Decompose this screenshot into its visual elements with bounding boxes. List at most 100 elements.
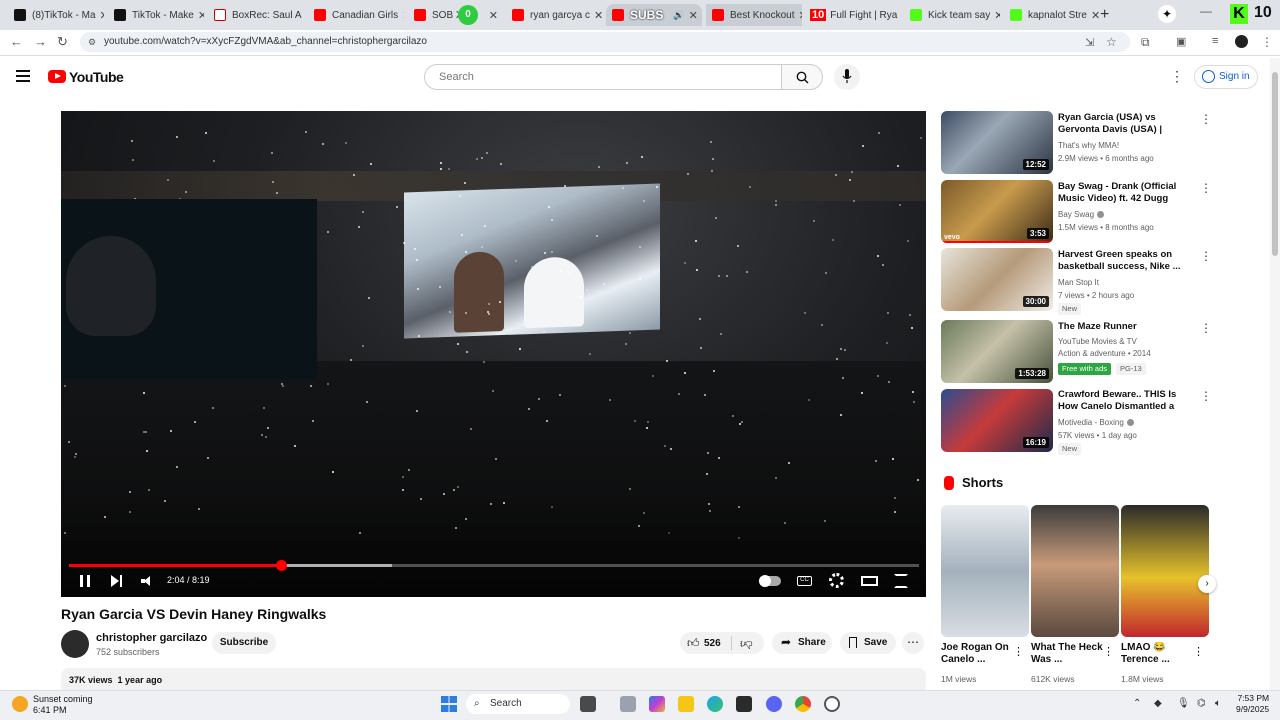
weather-sunset-icon[interactable] [12, 696, 28, 712]
reload-icon[interactable]: ↻ [57, 34, 68, 50]
close-tab-icon[interactable]: ✕ [990, 9, 1000, 22]
browser-tab[interactable]: Best Knockout✕ [706, 4, 802, 26]
search-button[interactable] [781, 64, 823, 90]
extensions-icon[interactable]: ⧉ [1141, 35, 1150, 50]
rec-menu-icon[interactable]: ⋮ [1200, 389, 1212, 403]
rec-thumbnail[interactable]: 12:52 [941, 111, 1053, 174]
browser-tab[interactable]: Kick team say ✕ [904, 4, 1000, 26]
youtube-wordmark[interactable]: YouTube [69, 69, 124, 85]
short-menu-icon[interactable]: ⋮ [1193, 645, 1204, 658]
forward-icon[interactable]: → [34, 34, 47, 49]
rec-menu-icon[interactable]: ⋮ [1200, 181, 1212, 195]
scrollbar-thumb[interactable] [1272, 72, 1278, 256]
hamburger-menu-icon[interactable] [16, 70, 30, 82]
rec-title[interactable]: Ryan Garcia (USA) vs Gervonta Davis (USA… [1058, 112, 1193, 136]
shorts-next-chevron-icon[interactable]: › [1198, 575, 1216, 593]
short-title[interactable]: What The Heck Was ... [1031, 642, 1103, 666]
short-menu-icon[interactable]: ⋮ [1013, 645, 1024, 658]
sign-in-button[interactable]: Sign in [1194, 65, 1258, 89]
autoplay-toggle[interactable] [759, 575, 781, 587]
short-thumbnail[interactable] [1031, 505, 1119, 637]
rec-thumbnail[interactable]: vevo 3:53 [941, 180, 1053, 243]
search-input[interactable]: Search [424, 64, 782, 90]
sparkle-icon[interactable]: ✦ [1158, 5, 1176, 23]
rec-menu-icon[interactable]: ⋮ [1200, 249, 1212, 263]
voice-search-button[interactable] [834, 64, 860, 90]
short-thumbnail[interactable] [941, 505, 1029, 637]
windows-start-icon[interactable] [441, 696, 457, 712]
site-info-icon[interactable]: ⚙ [88, 32, 96, 52]
subscribe-button[interactable]: Subscribe [212, 632, 276, 654]
rec-thumbnail[interactable]: 1:53:28 [941, 320, 1053, 383]
captions-icon[interactable]: CC [797, 576, 812, 586]
video-player[interactable]: 2:04 / 8:19 CC [61, 111, 926, 597]
rec-channel[interactable]: Man Stop It [1058, 278, 1099, 287]
microphone-tray-icon[interactable]: 🎙︎ [1177, 698, 1190, 709]
tray-chevron-icon[interactable]: ⌃ [1133, 698, 1141, 709]
rec-menu-icon[interactable]: ⋮ [1200, 321, 1212, 335]
chrome-icon[interactable] [795, 696, 811, 712]
side-panel-icon[interactable]: ▣ [1176, 35, 1186, 48]
speaker-icon[interactable]: 🔈︎ [1215, 698, 1221, 709]
fullscreen-icon[interactable] [894, 574, 908, 588]
channel-name[interactable]: christopher garcilazo [96, 632, 207, 644]
back-icon[interactable]: ← [10, 34, 23, 49]
file-explorer-icon[interactable] [678, 696, 694, 712]
tab-audio-icon[interactable]: 🔊 [673, 10, 684, 21]
more-actions-button[interactable]: ⋯ [902, 632, 924, 654]
settings-menu-icon[interactable]: ⋮ [1170, 68, 1184, 85]
weather-widget[interactable]: Sunset coming 6:41 PM [33, 694, 93, 716]
app-icon[interactable] [824, 696, 840, 712]
rec-thumbnail[interactable]: 16:19 [941, 389, 1053, 452]
browser-menu-icon[interactable]: ⋮ [1261, 35, 1273, 49]
close-tab-icon[interactable]: ✕ [301, 9, 304, 22]
minimize-icon[interactable]: — [1200, 4, 1212, 18]
rec-title[interactable]: Bay Swag - Drank (Official Music Video) … [1058, 181, 1193, 205]
browser-tab[interactable]: SUBS 🔊 ✕ [606, 4, 702, 26]
copilot-icon[interactable] [649, 696, 665, 712]
browser-tab[interactable]: (8)TikTok - Ma✕ [8, 4, 104, 26]
browser-tab[interactable]: TikTok - Make ✕ [108, 4, 204, 26]
close-tab-icon[interactable]: ✕ [590, 9, 602, 22]
close-tab-icon[interactable]: ✕ [485, 9, 498, 22]
browser-tab[interactable]: Canadian Girls✕ [308, 4, 404, 26]
short-thumbnail[interactable] [1121, 505, 1209, 637]
thumbs-down-icon[interactable]: 👍︎ [740, 636, 753, 651]
browser-tab[interactable]: BoxRec: Saul A✕ [208, 4, 304, 26]
discord-icon[interactable] [766, 696, 782, 712]
new-tab-button[interactable]: + [1100, 6, 1109, 24]
progress-scrubber[interactable] [275, 560, 287, 571]
close-tab-icon[interactable]: ✕ [96, 9, 104, 22]
browser-tab[interactable]: kapnalot Stre ✕ [1004, 4, 1100, 26]
browser-tab[interactable]: SOB X R 0 ✕ [408, 4, 504, 26]
close-tab-icon[interactable]: ✕ [794, 9, 802, 22]
short-title[interactable]: LMAO 😂 Terence ... [1121, 642, 1193, 666]
wifi-icon[interactable]: ⌬ [1197, 698, 1206, 709]
task-view-icon[interactable] [580, 696, 596, 712]
store-icon[interactable] [736, 696, 752, 712]
rec-channel[interactable]: Motivedia - Boxing [1058, 418, 1134, 427]
like-count[interactable]: 526 [704, 638, 721, 649]
system-clock[interactable]: 7:53 PM 9/9/2025 [1236, 693, 1269, 715]
close-tab-icon[interactable]: ✕ [398, 9, 404, 22]
file-app-icon[interactable] [620, 696, 636, 712]
browser-tab[interactable]: ryan garcya c ✕ [506, 4, 602, 26]
rec-channel[interactable]: Bay Swag [1058, 210, 1105, 219]
media-control-icon[interactable]: ≡ [1212, 35, 1218, 47]
gear-icon[interactable] [829, 573, 844, 588]
volume-icon[interactable] [141, 576, 153, 586]
short-menu-icon[interactable]: ⋮ [1103, 645, 1114, 658]
short-title[interactable]: Joe Rogan On Canelo ... [941, 642, 1013, 666]
profile-avatar[interactable] [1235, 35, 1248, 48]
channel-avatar[interactable] [61, 630, 89, 658]
close-tab-icon[interactable]: ✕ [1087, 9, 1100, 22]
rec-menu-icon[interactable]: ⋮ [1200, 112, 1212, 126]
taskbar-search[interactable]: ⌕ Search [466, 694, 570, 714]
close-tab-icon[interactable]: ✕ [897, 9, 900, 22]
rec-title[interactable]: Harvest Green speaks on basketball succe… [1058, 249, 1193, 273]
install-app-icon[interactable]: ⇲ [1085, 36, 1094, 49]
rec-title[interactable]: The Maze Runner [1058, 321, 1193, 333]
rec-channel[interactable]: YouTube Movies & TV [1058, 337, 1137, 346]
youtube-logo-icon[interactable] [48, 70, 66, 83]
tray-app-icon[interactable]: ◆ [1154, 698, 1162, 709]
